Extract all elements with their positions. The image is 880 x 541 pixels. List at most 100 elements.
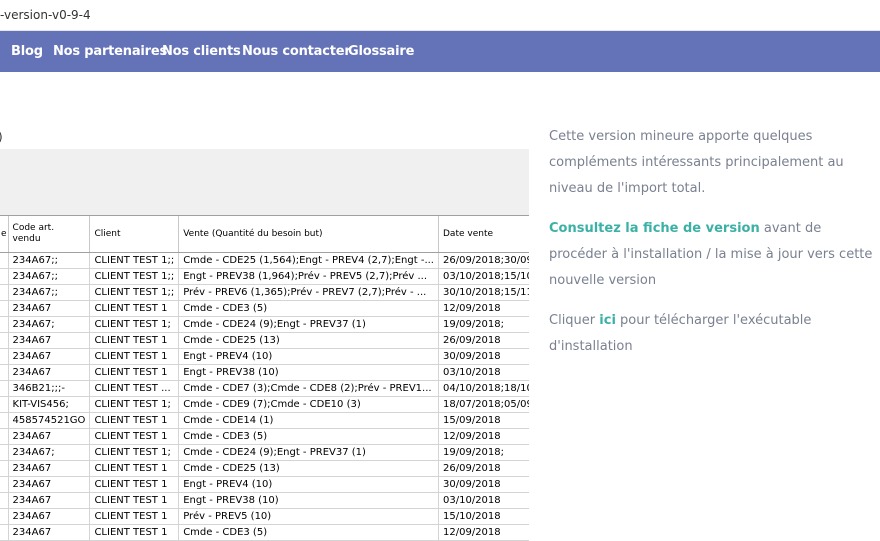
download-paragraph: Cliquer ici pour télécharger l'exécutabl… <box>549 308 880 360</box>
cell-client: CLIENT TEST 1 <box>89 428 180 445</box>
cell-vente: Engt - PREV38 (10) <box>178 492 439 509</box>
table-row[interactable]: 234A67 CLIENT TEST 1 Engt - PREV38 (10) 03/… <box>0 364 529 381</box>
cell-code-art: 234A67 <box>8 428 91 445</box>
cell-code-art: 234A67 <box>8 492 91 509</box>
cell-vente: Engt - PREV4 (10) <box>178 476 439 493</box>
cell-code-art: 234A67;; <box>8 252 91 269</box>
table-row[interactable]: 234A67 CLIENT TEST 1 Engt - PREV4 (10) 30/0… <box>0 348 529 365</box>
nav-partenaires[interactable]: Nos partenaires <box>53 44 167 59</box>
cell-date-vente: 15/09/2018 <box>438 412 529 429</box>
table-row[interactable]: 234A67 CLIENT TEST 1 Cmde - CDE3 (5) 12/09/… <box>0 428 529 445</box>
col-header-date-vente[interactable]: Date vente <box>438 216 529 253</box>
col-header-code-art-label: Code art. vendu <box>12 223 55 244</box>
browser-url-bar[interactable]: -version-v0-9-4 <box>0 0 880 31</box>
cell-code-art: 234A67 <box>8 300 91 317</box>
table-row[interactable]: 234A67 CLIENT TEST 1 Prév - PREV5 (10) 15/1… <box>0 508 529 525</box>
cell-e <box>0 300 9 317</box>
cell-date-vente: 30/10/2018;15/11/2018;30/11/2018 <box>438 284 529 301</box>
cell-date-vente: 03/10/2018;15/10/2018;30/10/2018 <box>438 268 529 285</box>
cell-vente: Cmde - CDE7 (3);Cmde - CDE8 (2);Prév - P… <box>178 380 439 397</box>
cell-date-vente: 12/09/2018 <box>438 428 529 445</box>
table-row[interactable]: KIT-VIS456; CLIENT TEST 1; Cmde - CDE9 (7)… <box>0 396 529 413</box>
cell-e <box>0 284 9 301</box>
cell-vente: Engt - PREV4 (10) <box>178 348 439 365</box>
col-header-code-art[interactable]: Code art. vendu <box>8 216 91 253</box>
col-header-client[interactable]: Client <box>89 216 180 253</box>
sales-table: e Code art. vendu Client Vente (Quantité … <box>0 216 529 541</box>
cell-code-art: 234A67 <box>8 348 91 365</box>
table-row[interactable]: 234A67 CLIENT TEST 1 Cmde - CDE3 (5) 12/09/… <box>0 524 529 541</box>
table-row[interactable]: 234A67; CLIENT TEST 1; Cmde - CDE24 (9);En… <box>0 444 529 461</box>
main-navbar: Blog Nos partenaires Nos clients Nous co… <box>0 31 880 72</box>
cell-client: CLIENT TEST 1 <box>89 460 180 477</box>
consult-paragraph: Consultez la fiche de version avant de p… <box>549 216 880 294</box>
cell-e <box>0 508 9 525</box>
table-body: 234A67;; CLIENT TEST 1;; Cmde - CDE25 (1,5… <box>0 252 529 541</box>
nav-clients[interactable]: Nos clients <box>162 44 241 59</box>
cell-e <box>0 316 9 333</box>
col-header-vente[interactable]: Vente (Quantité du besoin but) <box>178 216 439 253</box>
cell-vente: Cmde - CDE3 (5) <box>178 428 439 445</box>
cell-code-art: 234A67; <box>8 316 91 333</box>
cell-vente: Cmde - CDE24 (9);Engt - PREV37 (1) <box>178 316 439 333</box>
cell-e <box>0 396 9 413</box>
cell-client: CLIENT TEST 1;; <box>89 252 180 269</box>
intro-text: Cette version mineure apporte quelques c… <box>549 129 844 196</box>
cell-code-art: 234A67 <box>8 460 91 477</box>
cell-client: CLIENT TEST 1 <box>89 348 180 365</box>
cell-code-art: 234A67 <box>8 508 91 525</box>
cell-e <box>0 460 9 477</box>
cell-code-art: KIT-VIS456; <box>8 396 91 413</box>
col-header-e[interactable]: e <box>0 216 9 253</box>
table-row[interactable]: 234A67;; CLIENT TEST 1;; Prév - PREV6 (1,3… <box>0 284 529 301</box>
table-row[interactable]: 234A67 CLIENT TEST 1 Cmde - CDE25 (13) 26/0… <box>0 332 529 349</box>
table-row[interactable]: 234A67 CLIENT TEST 1 Engt - PREV38 (10) 03/… <box>0 492 529 509</box>
cell-client: CLIENT TEST 1 <box>89 492 180 509</box>
version-sheet-link[interactable]: Consultez la fiche de version <box>549 221 760 236</box>
cell-e <box>0 412 9 429</box>
cell-client: CLIENT TEST 1 <box>89 412 180 429</box>
cell-date-vente: 19/09/2018; <box>438 316 529 333</box>
cell-date-vente: 12/09/2018 <box>438 300 529 317</box>
cell-date-vente: 26/09/2018 <box>438 460 529 477</box>
cell-date-vente: 04/10/2018;18/10/2018;01/11/2018;- <box>438 380 529 397</box>
cell-date-vente: 03/10/2018 <box>438 492 529 509</box>
cell-e <box>0 428 9 445</box>
download-prefix: Cliquer <box>549 313 600 328</box>
table-row[interactable]: 234A67;; CLIENT TEST 1;; Cmde - CDE25 (1,5… <box>0 252 529 269</box>
cell-date-vente: 26/09/2018 <box>438 332 529 349</box>
cell-e <box>0 332 9 349</box>
cell-date-vente: 15/10/2018 <box>438 508 529 525</box>
cell-vente: Prév - PREV6 (1,365);Prév - PREV7 (2,7);… <box>178 284 439 301</box>
cell-code-art: 234A67;; <box>8 284 91 301</box>
download-link[interactable]: ici <box>599 313 616 328</box>
cell-code-art: 234A67 <box>8 332 91 349</box>
table-row[interactable]: 346B21;;;- CLIENT TEST ... Cmde - CDE7 (3)… <box>0 380 529 397</box>
table-row[interactable]: 234A67 CLIENT TEST 1 Cmde - CDE3 (5) 12/09/… <box>0 300 529 317</box>
cell-client: CLIENT TEST ... <box>89 380 180 397</box>
cell-vente: Cmde - CDE9 (7);Cmde - CDE10 (3) <box>178 396 439 413</box>
cell-vente: Prév - PREV5 (10) <box>178 508 439 525</box>
cell-e <box>0 380 9 397</box>
data-grid-screenshot: e Code art. vendu Client Vente (Quantité … <box>0 215 529 541</box>
table-header-row: e Code art. vendu Client Vente (Quantité … <box>0 216 529 253</box>
table-row[interactable]: 458574521GO CLIENT TEST 1 Cmde - CDE14 (1)… <box>0 412 529 429</box>
cell-code-art: 346B21;;;- <box>8 380 91 397</box>
table-row[interactable]: 234A67; CLIENT TEST 1; Cmde - CDE24 (9);En… <box>0 316 529 333</box>
cell-vente: Cmde - CDE24 (9);Engt - PREV37 (1) <box>178 444 439 461</box>
cell-client: CLIENT TEST 1; <box>89 316 180 333</box>
cell-code-art: 234A67 <box>8 476 91 493</box>
toolbar-area <box>0 149 529 215</box>
nav-glossaire[interactable]: Glossaire <box>348 44 414 59</box>
nav-blog[interactable]: Blog <box>11 44 43 59</box>
nav-contact[interactable]: Nous contacter <box>242 44 351 59</box>
cell-code-art: 234A67 <box>8 364 91 381</box>
cell-code-art: 234A67;; <box>8 268 91 285</box>
table-row[interactable]: 234A67 CLIENT TEST 1 Cmde - CDE25 (13) 26/0… <box>0 460 529 477</box>
cell-vente: Cmde - CDE3 (5) <box>178 524 439 541</box>
cell-vente: Engt - PREV38 (1,964);Prév - PREV5 (2,7)… <box>178 268 439 285</box>
table-row[interactable]: 234A67;; CLIENT TEST 1;; Engt - PREV38 (1,… <box>0 268 529 285</box>
table-row[interactable]: 234A67 CLIENT TEST 1 Engt - PREV4 (10) 30/0… <box>0 476 529 493</box>
cell-date-vente: 19/09/2018; <box>438 444 529 461</box>
cell-e <box>0 476 9 493</box>
